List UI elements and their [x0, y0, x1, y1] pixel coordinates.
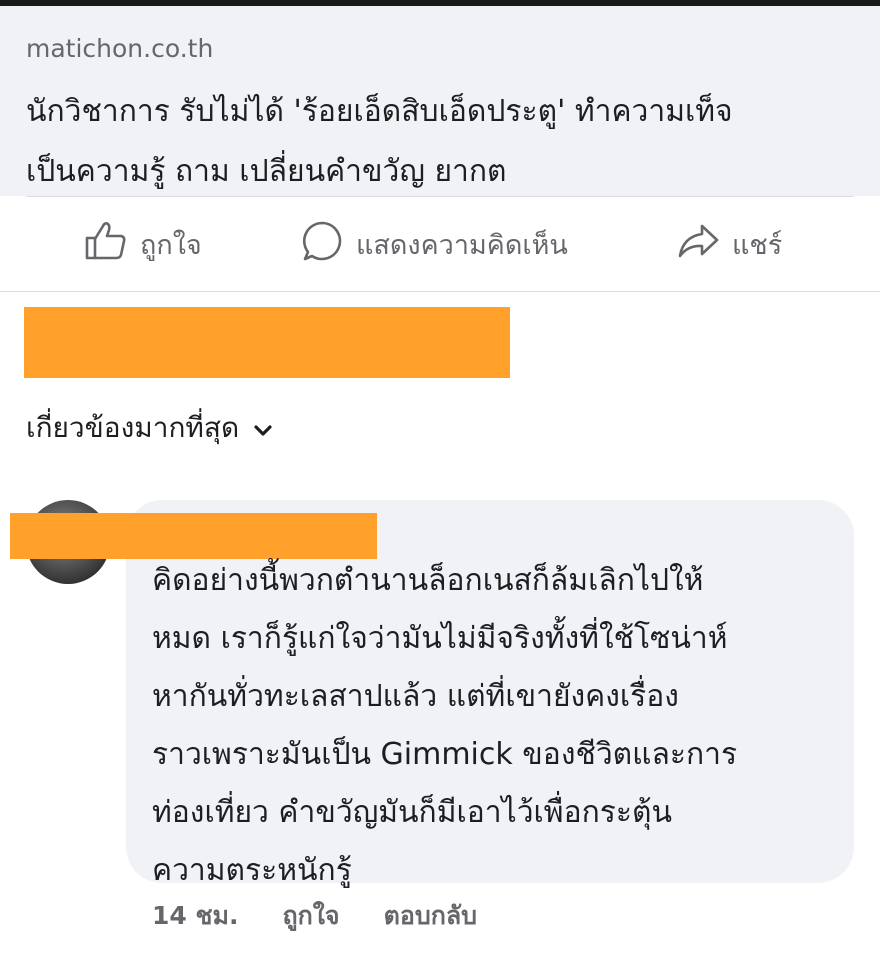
divider — [0, 291, 880, 292]
comment-line: ความตระหนักรู้ — [152, 853, 352, 888]
thumbs-up-icon — [84, 220, 140, 269]
comment-timestamp[interactable]: 14 ชม. — [152, 896, 238, 936]
comment-sort-dropdown[interactable]: เกี่ยวข้องมากที่สุด — [26, 406, 273, 450]
link-headline: นักวิชาการ รับไม่ได้ 'ร้อยเอ็ดสิบเอ็ดประ… — [26, 82, 846, 202]
comment-line: หมด เราก็รู้แก่ใจว่ามันไม่มีจริงทั้งที่ใ… — [152, 621, 728, 656]
link-headline-line-1: นักวิชาการ รับไม่ได้ 'ร้อยเอ็ดสิบเอ็ดประ… — [26, 94, 733, 129]
post-action-bar: ถูกใจ แสดงความคิดเห็น แชร์ — [0, 197, 880, 291]
share-arrow-icon — [676, 221, 732, 268]
speech-bubble-icon — [300, 219, 356, 270]
share-button-label: แชร์ — [732, 229, 783, 261]
like-button[interactable]: ถูกใจ — [84, 197, 202, 291]
comment-line: คิดอย่างนี้พวกตำนานล็อกเนสก็ล้มเลิกไปให้ — [152, 563, 704, 598]
chevron-down-icon — [239, 412, 273, 445]
comment-reply-link[interactable]: ตอบกลับ — [384, 896, 477, 936]
redacted-block — [24, 307, 510, 378]
comment-button-label: แสดงความคิดเห็น — [356, 229, 568, 261]
like-button-label: ถูกใจ — [140, 229, 202, 261]
comment-like-link[interactable]: ถูกใจ — [282, 896, 339, 936]
comment-line: ราวเพราะมันเป็น Gimmick ของชีวิตและการ — [152, 737, 738, 772]
link-headline-line-2: เป็นความรู้ ถาม เปลี่ยนคำขวัญ ยากต — [26, 154, 507, 189]
comment-meta: 14 ชม. ถูกใจ ตอบกลับ — [152, 896, 477, 936]
comment-text: คิดอย่างนี้พวกตำนานล็อกเนสก็ล้มเลิกไปให้… — [152, 552, 842, 900]
comment-button[interactable]: แสดงความคิดเห็น — [300, 197, 568, 291]
sort-label: เกี่ยวข้องมากที่สุด — [26, 411, 240, 444]
comment-line: หากันทั่วทะเลสาปแล้ว แต่ที่เขายังคงเรื่อ… — [152, 679, 679, 714]
share-button[interactable]: แชร์ — [676, 197, 782, 291]
comment-line: ท่องเที่ยว คำขวัญมันก็มีเอาไว้เพื่อกระตุ… — [152, 795, 672, 830]
link-domain: matichon.co.th — [26, 34, 214, 63]
link-preview-card[interactable]: matichon.co.th นักวิชาการ รับไม่ได้ 'ร้อ… — [0, 6, 880, 196]
